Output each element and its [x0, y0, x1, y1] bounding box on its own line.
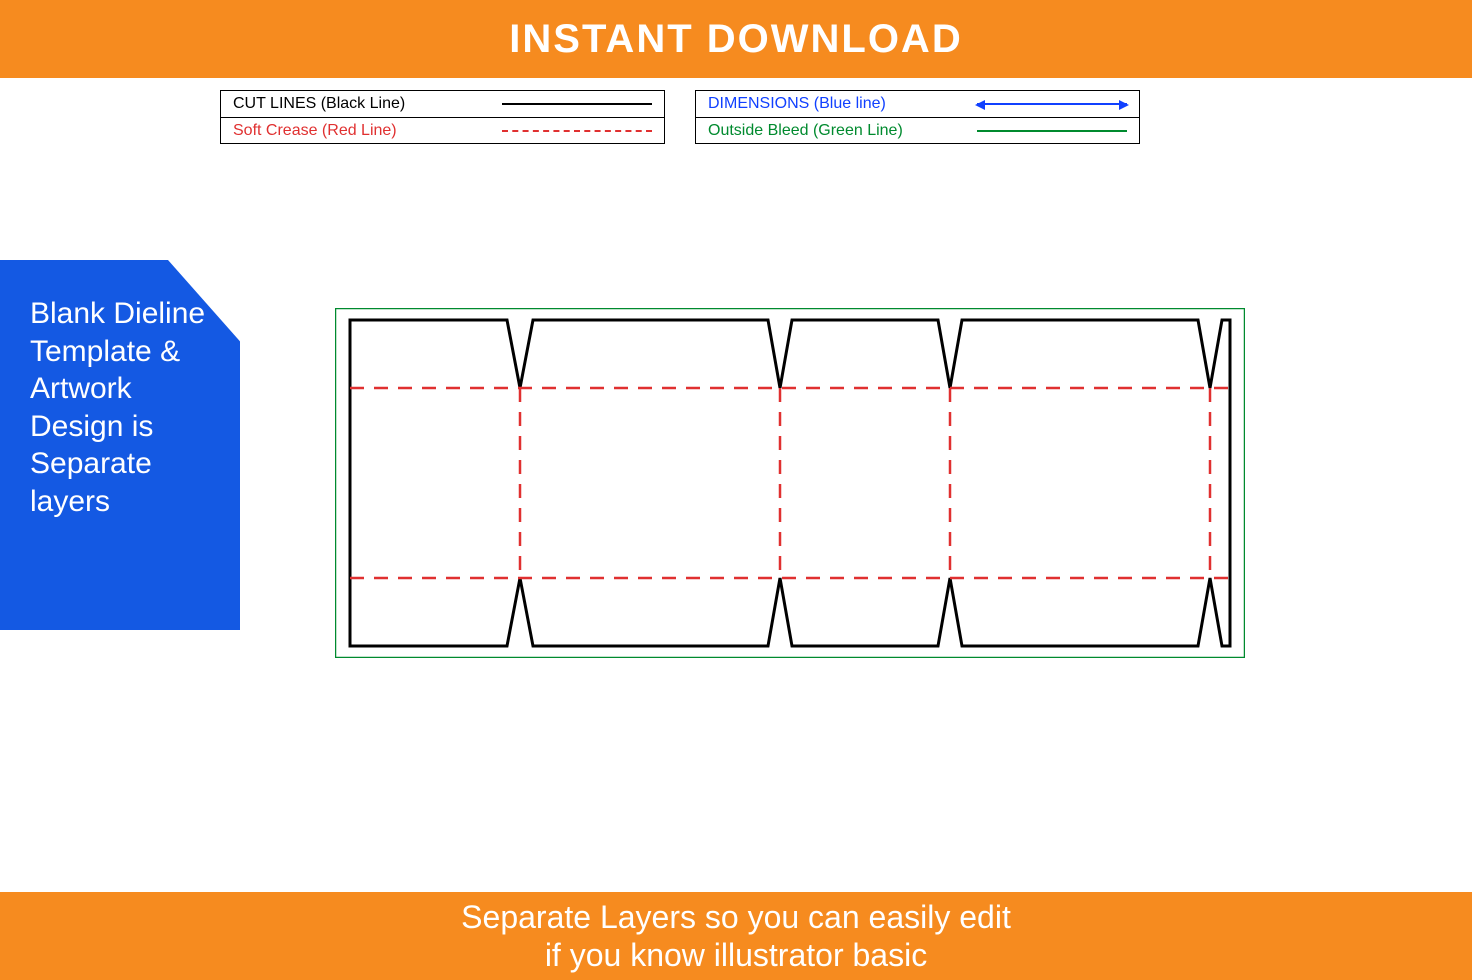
bleed-line-sample	[977, 130, 1127, 132]
legend: CUT LINES (Black Line) Soft Crease (Red …	[220, 90, 1140, 144]
legend-dims-label: DIMENSIONS (Blue line)	[708, 95, 886, 113]
legend-box-left: CUT LINES (Black Line) Soft Crease (Red …	[220, 90, 665, 144]
legend-cut-lines: CUT LINES (Black Line)	[221, 91, 664, 117]
legend-box-right: DIMENSIONS (Blue line) Outside Bleed (Gr…	[695, 90, 1140, 144]
crease-line-sample	[502, 130, 652, 132]
legend-cut-label: CUT LINES (Black Line)	[233, 95, 405, 113]
dieline-template-svg	[335, 308, 1245, 658]
cut-line-sample	[502, 103, 652, 105]
legend-dimensions: DIMENSIONS (Blue line)	[696, 91, 1139, 117]
blank-dieline-badge: Blank Dieline Template & Artwork Design …	[0, 260, 240, 630]
legend-crease-label: Soft Crease (Red Line)	[233, 122, 397, 140]
separate-layers-banner: Separate Layers so you can easily edit i…	[0, 892, 1472, 980]
legend-soft-crease: Soft Crease (Red Line)	[221, 117, 664, 143]
legend-bleed-label: Outside Bleed (Green Line)	[708, 122, 903, 140]
banner-bottom-line2: if you know illustrator basic	[545, 936, 927, 974]
bleed-rect	[335, 308, 1245, 658]
instant-download-banner: INSTANT DOWNLOAD	[0, 0, 1472, 78]
dimension-line-sample	[977, 103, 1127, 105]
legend-bleed: Outside Bleed (Green Line)	[696, 117, 1139, 143]
cut-outline	[350, 320, 1230, 646]
banner-bottom-line1: Separate Layers so you can easily edit	[461, 898, 1011, 936]
